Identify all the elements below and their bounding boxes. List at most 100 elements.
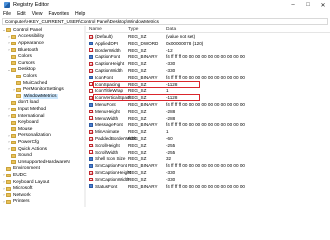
tree-item[interactable]: › PerMonitorSettings xyxy=(1,86,84,93)
registry-values-list[interactable]: Name Type Data (Default) REG_SZ (value not… xyxy=(86,26,330,207)
values-list-header: Name Type Data xyxy=(86,26,330,33)
value-name: MenuWidth xyxy=(95,115,119,121)
value-data: -330 xyxy=(166,170,176,175)
value-row[interactable]: ScrollHeight REG_SZ -255 xyxy=(86,142,330,148)
value-name: Shell Icon Size xyxy=(95,156,126,162)
string-value-icon xyxy=(89,150,93,155)
registry-editor-window: Registry Editor – □ ✕ File Edit View Fav… xyxy=(0,0,330,207)
menu-view[interactable]: View xyxy=(29,11,46,17)
value-row[interactable]: SmCaptionHeightREG_SZ -330 xyxy=(86,170,330,176)
tree-item[interactable]: ⌄ Control Panel xyxy=(1,27,84,34)
value-name: MenuFont xyxy=(95,102,116,107)
value-row[interactable]: MenuHeight REG_SZ -288 xyxy=(86,108,330,114)
tree-item[interactable]: › Appearance xyxy=(1,40,84,47)
value-type: REG_DWORD xyxy=(128,40,159,46)
tree-item[interactable]: UnsupportedHardwareN xyxy=(1,159,84,166)
tree-item[interactable]: MuiCached xyxy=(1,80,84,87)
tree-item[interactable]: › Microsoft xyxy=(1,185,84,192)
value-name: MenuHeight xyxy=(95,108,120,114)
value-data: -330 xyxy=(166,176,176,182)
tree-item[interactable]: › International xyxy=(1,113,84,120)
maximize-icon[interactable]: □ xyxy=(301,0,315,10)
column-header-name[interactable]: Name xyxy=(89,27,102,32)
tree-item-label: Input Method xyxy=(18,106,47,112)
value-type: REG_SZ xyxy=(128,34,147,39)
menu-favorites[interactable]: Favorites xyxy=(45,11,72,17)
tree-item[interactable]: don't load xyxy=(1,100,84,107)
value-data: -255 xyxy=(166,142,176,148)
tree-item[interactable]: WindowMetrics xyxy=(1,93,84,100)
tree-item[interactable]: › Printers xyxy=(1,199,84,206)
column-header-type[interactable]: Type xyxy=(128,27,138,32)
folder-icon xyxy=(6,166,11,171)
value-row[interactable]: Shell Icon Size REG_SZ 32 xyxy=(86,156,330,162)
tree-item-label: Microsoft xyxy=(13,186,33,192)
registry-key-tree[interactable]: ⌄ Control Panel › Accessibility › Appearance ›… xyxy=(1,26,85,207)
tree-item[interactable]: › Quick Actions xyxy=(1,146,84,153)
value-row[interactable]: BorderWidth REG_SZ -12 xyxy=(86,47,330,53)
address-bar[interactable]: Computer\HKEY_CURRENT_USER\Control Panel… xyxy=(2,18,328,25)
value-row[interactable]: MinAnimate REG_SZ 1 xyxy=(86,129,330,135)
value-data: f4 ff ff ff 00 00 00 00 00 00 00 00 00 0… xyxy=(166,163,245,169)
value-row[interactable]: (Default) REG_SZ (value not set) xyxy=(86,34,330,40)
value-row[interactable]: ScrollWidth REG_SZ -255 xyxy=(86,149,330,155)
tree-item[interactable]: › Accessibility xyxy=(1,34,84,41)
value-type: REG_SZ xyxy=(128,68,147,73)
folder-icon xyxy=(11,133,16,138)
tree-item-label: Keyboard Layout xyxy=(13,179,50,185)
value-row[interactable]: MenuWidth REG_SZ -288 xyxy=(86,115,330,121)
folder-icon xyxy=(11,48,16,52)
tree-item[interactable]: Cursors xyxy=(1,60,84,67)
value-row[interactable]: SmCaptionWidthREG_SZ -330 xyxy=(86,176,330,182)
folder-icon xyxy=(16,81,21,85)
value-row[interactable]: SmCaptionFont REG_BINARY f4 ff ff ff 00 00… xyxy=(86,163,330,169)
column-header-data[interactable]: Data xyxy=(166,27,176,32)
folder-icon xyxy=(11,67,16,72)
value-name: ScrollWidth xyxy=(95,149,119,155)
tree-item[interactable]: Colors xyxy=(1,73,84,80)
tree-item[interactable]: Colors xyxy=(1,53,84,60)
value-row[interactable]: MessageFont REG_BINARY f4 ff ff ff 00 00 0… xyxy=(86,122,330,128)
value-data: f4 ff ff ff 00 00 00 00 00 00 00 00 00 0… xyxy=(166,122,245,128)
tree-item[interactable]: › Personalization xyxy=(1,133,84,140)
tree-item-label: Colors xyxy=(23,73,37,79)
value-row[interactable]: CaptionWidth REG_SZ -330 xyxy=(86,68,330,74)
tree-item[interactable]: › Keyboard Layout xyxy=(1,179,84,186)
value-row[interactable]: StatusFont REG_BINARY f4 ff ff ff 00 00 00… xyxy=(86,183,330,189)
folder-icon xyxy=(11,127,16,132)
tree-item[interactable]: › Bluetooth xyxy=(1,47,84,54)
tree-item[interactable]: Mouse xyxy=(1,126,84,133)
menu-help[interactable]: Help xyxy=(72,11,88,17)
value-row[interactable]: MenuFont REG_BINARY f4 ff ff ff 00 00 00 0… xyxy=(86,102,330,108)
minimize-icon[interactable]: – xyxy=(286,0,300,10)
value-name: IconTitleWrap xyxy=(95,88,124,94)
tree-item-label: International xyxy=(18,113,45,119)
folder-icon xyxy=(11,100,16,105)
value-row[interactable]: AppliedDPI REG_DWORD 0x00000078 (120) xyxy=(86,40,330,46)
tree-item[interactable]: › Network xyxy=(1,192,84,199)
tree-item[interactable]: › PowerCfg xyxy=(1,139,84,146)
value-data: -330 xyxy=(166,68,176,73)
menu-file[interactable]: File xyxy=(0,11,14,17)
string-value-icon xyxy=(89,61,93,66)
value-type: REG_SZ xyxy=(128,136,147,141)
folder-icon xyxy=(6,180,11,184)
value-type: REG_BINARY xyxy=(128,183,158,189)
tree-item[interactable]: Environment xyxy=(1,166,84,173)
close-icon[interactable]: ✕ xyxy=(316,0,330,10)
tree-item[interactable]: Keyboard xyxy=(1,119,84,126)
value-row[interactable]: PaddedBorderWidthREG_SZ-60 xyxy=(86,136,330,142)
tree-item[interactable]: › EUDC xyxy=(1,172,84,179)
tree-item[interactable]: › Input Method xyxy=(1,106,84,113)
value-data: -60 xyxy=(166,136,173,141)
value-type: REG_SZ xyxy=(128,108,147,114)
tree-item[interactable]: Sound xyxy=(1,152,84,159)
folder-icon xyxy=(11,41,16,46)
value-row[interactable]: CaptionHeightREG_SZ -330 xyxy=(86,61,330,67)
string-value-icon xyxy=(89,34,93,39)
tree-item[interactable]: ⌄ Desktop xyxy=(1,67,84,74)
tree-item-label: PerMonitorSettings xyxy=(23,87,64,93)
value-row[interactable]: CaptionFont REG_BINARY f4 ff ff ff 00 00 0… xyxy=(86,54,330,60)
folder-icon xyxy=(6,199,11,204)
menu-edit[interactable]: Edit xyxy=(14,11,29,17)
